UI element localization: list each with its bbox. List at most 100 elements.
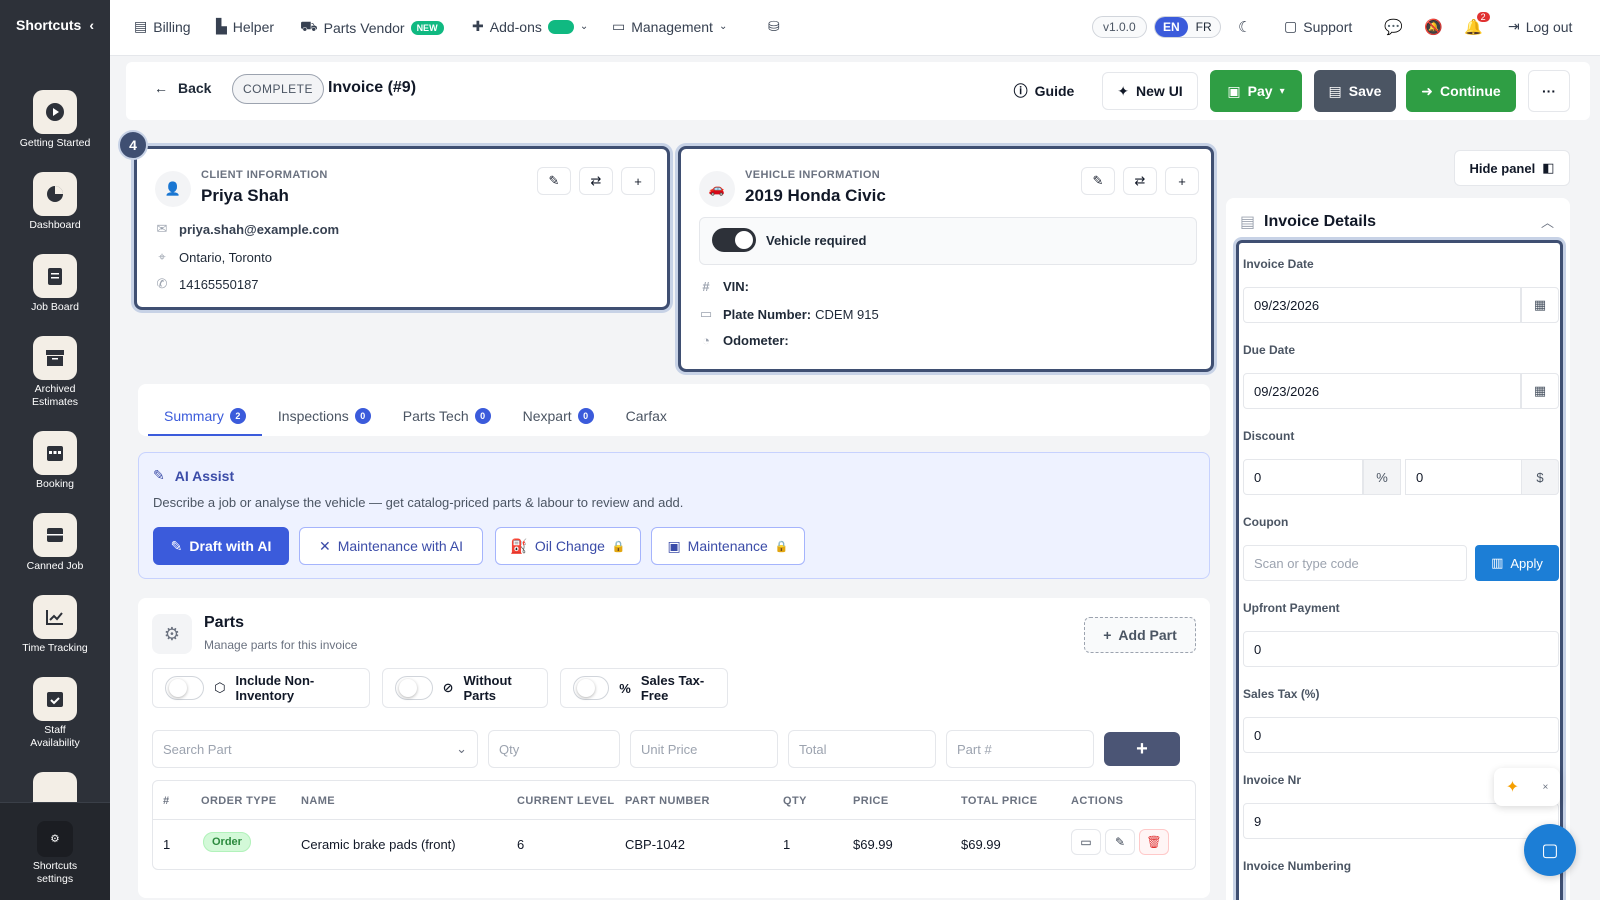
toggle-switch[interactable] bbox=[712, 228, 756, 252]
tab-nexpart[interactable]: Nexpart 0 bbox=[507, 408, 610, 436]
coupon-input[interactable]: Scan or type code bbox=[1243, 545, 1467, 581]
unit-price-input[interactable]: Unit Price bbox=[630, 730, 778, 768]
add-vehicle-button[interactable]: + bbox=[1165, 167, 1199, 195]
due-date-input[interactable]: 09/23/2026 bbox=[1243, 373, 1521, 409]
add-row-button[interactable]: + bbox=[1104, 732, 1180, 766]
sidebar-item-partial[interactable] bbox=[0, 772, 110, 802]
shortcuts-settings[interactable]: ⚙ Shortcuts settings bbox=[0, 802, 110, 900]
guide-button[interactable]: ⓘ Guide bbox=[1004, 72, 1084, 110]
nav-addons[interactable]: ✚ Add-ons ⌄ bbox=[472, 18, 588, 35]
tab-label: Carfax bbox=[625, 408, 667, 424]
maintenance-with-ai-button[interactable]: ✕ Maintenance with AI bbox=[299, 527, 483, 565]
sidebar-item-staff-availability[interactable]: Staff Availability bbox=[0, 677, 110, 750]
chat-icon: ▢ bbox=[1284, 18, 1298, 34]
part-number-input[interactable]: Part # bbox=[946, 730, 1094, 768]
discount-amount-input[interactable]: 0 bbox=[1405, 459, 1525, 495]
logout-label: Log out bbox=[1525, 18, 1573, 35]
calendar-icon[interactable]: ▦ bbox=[1521, 373, 1559, 409]
invoice-date-input[interactable]: 09/23/2026 bbox=[1243, 287, 1521, 323]
discount-percent-input[interactable]: 0 bbox=[1243, 459, 1363, 495]
nav-helper[interactable]: ▙ Helper bbox=[216, 18, 274, 35]
vehicle-required-toggle[interactable]: Vehicle required bbox=[712, 228, 866, 252]
toggle-switch[interactable] bbox=[165, 676, 205, 700]
oil-change-label: Oil Change bbox=[534, 538, 605, 554]
back-button[interactable]: ← Back bbox=[154, 80, 211, 96]
sales-tax-free-toggle[interactable]: % Sales Tax-Free bbox=[560, 668, 728, 708]
note-row-button[interactable]: ▭ bbox=[1071, 829, 1101, 855]
total-input[interactable]: Total bbox=[788, 730, 936, 768]
apply-coupon-button[interactable]: ▥ Apply bbox=[1475, 545, 1559, 581]
include-non-inventory-toggle[interactable]: ⬡ Include Non-Inventory bbox=[152, 668, 370, 708]
moon-icon[interactable]: ☾ bbox=[1238, 18, 1251, 36]
nav-management[interactable]: ▭ Management ⌄ bbox=[612, 18, 727, 35]
add-part-button[interactable]: + Add Part bbox=[1084, 617, 1196, 653]
calendar-icon[interactable]: ▦ bbox=[1521, 287, 1559, 323]
messages-icon[interactable]: 💬 bbox=[1384, 18, 1403, 36]
addons-toggle[interactable] bbox=[547, 19, 574, 34]
sidebar-header[interactable]: Shortcuts ‹ bbox=[0, 0, 110, 50]
close-icon[interactable]: × bbox=[1542, 782, 1548, 793]
floating-sparkle-widget[interactable]: ✦ × bbox=[1494, 768, 1560, 806]
pie-chart-icon bbox=[33, 172, 77, 216]
draft-with-ai-button[interactable]: ✎ Draft with AI bbox=[153, 527, 289, 565]
edit-row-button[interactable]: ✎ bbox=[1105, 829, 1135, 855]
bell-icon[interactable]: 🔔 2 bbox=[1464, 12, 1490, 36]
search-part-input[interactable]: Search Part ⌄ bbox=[152, 730, 478, 768]
continue-button[interactable]: ➜ Continue bbox=[1406, 70, 1516, 112]
hide-panel-button[interactable]: Hide panel ◧ bbox=[1454, 150, 1570, 186]
tab-count: 0 bbox=[354, 408, 371, 424]
language-switch[interactable]: EN FR bbox=[1154, 16, 1221, 38]
sidebar-item-archived-estimates[interactable]: Archived Estimates bbox=[0, 336, 110, 409]
toggle-switch[interactable] bbox=[395, 676, 433, 700]
database-icon[interactable]: ⛁ bbox=[768, 18, 780, 35]
edit-client-button[interactable]: ✎ bbox=[537, 167, 571, 195]
pay-button[interactable]: ▣ Pay ▾ bbox=[1210, 70, 1302, 112]
save-button[interactable]: ▤ Save bbox=[1314, 70, 1396, 112]
nav-parts-vendor[interactable]: ⛟ Parts Vendor NEW bbox=[300, 18, 444, 37]
column-header: TOTAL PRICE bbox=[961, 795, 1038, 807]
sidebar-item-time-tracking[interactable]: Time Tracking bbox=[0, 595, 110, 655]
add-client-button[interactable]: + bbox=[621, 167, 655, 195]
vehicle-required-label: Vehicle required bbox=[766, 232, 867, 248]
tab-carfax[interactable]: Carfax bbox=[610, 408, 683, 436]
invoice-details-header[interactable]: ▤ Invoice Details bbox=[1240, 212, 1376, 232]
invoice-nr-input[interactable]: 9 bbox=[1243, 803, 1559, 839]
edit-vehicle-button[interactable]: ✎ bbox=[1081, 167, 1115, 195]
toggle-switch[interactable] bbox=[573, 676, 610, 700]
step-badge: 4 bbox=[118, 130, 148, 160]
lang-en[interactable]: EN bbox=[1155, 17, 1188, 37]
delete-row-button[interactable]: 🗑 bbox=[1139, 829, 1169, 855]
bell-off-icon[interactable]: 🔕 bbox=[1424, 18, 1443, 36]
sales-tax-input[interactable]: 0 bbox=[1243, 717, 1559, 753]
new-ui-button[interactable]: ✦ New UI bbox=[1102, 72, 1198, 110]
swap-client-button[interactable]: ⇄ bbox=[579, 167, 613, 195]
chevron-up-icon[interactable]: ︿ bbox=[1541, 212, 1554, 231]
logout-button[interactable]: ⇥ Log out bbox=[1508, 18, 1572, 35]
sidebar-item-job-board[interactable]: Job Board bbox=[0, 254, 110, 314]
sidebar-item-getting-started[interactable]: Getting Started bbox=[0, 90, 110, 150]
sidebar-item-dashboard[interactable]: Dashboard bbox=[0, 172, 110, 232]
client-email[interactable]: ✉ priya.shah@example.com bbox=[155, 221, 340, 237]
chat-button[interactable]: ▢ bbox=[1524, 824, 1576, 876]
lang-fr[interactable]: FR bbox=[1188, 17, 1220, 37]
sidebar-item-booking[interactable]: Booking bbox=[0, 431, 110, 491]
swap-vehicle-button[interactable]: ⇄ bbox=[1123, 167, 1157, 195]
barcode-icon: ▥ bbox=[1491, 555, 1504, 570]
maintenance-button[interactable]: ▣ Maintenance 🔒 bbox=[651, 527, 805, 565]
tab-summary[interactable]: Summary 2 bbox=[148, 408, 262, 436]
oil-change-button[interactable]: ⛽ Oil Change 🔒 bbox=[495, 527, 641, 565]
swap-icon: ⇄ bbox=[590, 173, 602, 188]
sidebar-item-canned-job[interactable]: Canned Job bbox=[0, 513, 110, 573]
qty-input[interactable]: Qty bbox=[488, 730, 620, 768]
chat-icon: ▢ bbox=[1541, 839, 1559, 860]
nav-billing[interactable]: ▤ Billing bbox=[134, 18, 191, 35]
tab-inspections[interactable]: Inspections 0 bbox=[262, 408, 387, 436]
client-phone[interactable]: ✆ 14165550187 bbox=[155, 276, 259, 292]
nav-support[interactable]: ▢ Support bbox=[1284, 18, 1352, 35]
tab-parts-tech[interactable]: Parts Tech 0 bbox=[387, 408, 507, 436]
more-options-button[interactable]: ··· bbox=[1528, 70, 1570, 112]
column-header: CURRENT LEVEL bbox=[517, 795, 615, 807]
without-parts-toggle[interactable]: ⊘ Without Parts bbox=[382, 668, 548, 708]
chevron-left-icon[interactable]: ‹ bbox=[89, 17, 94, 33]
upfront-payment-input[interactable]: 0 bbox=[1243, 631, 1559, 667]
